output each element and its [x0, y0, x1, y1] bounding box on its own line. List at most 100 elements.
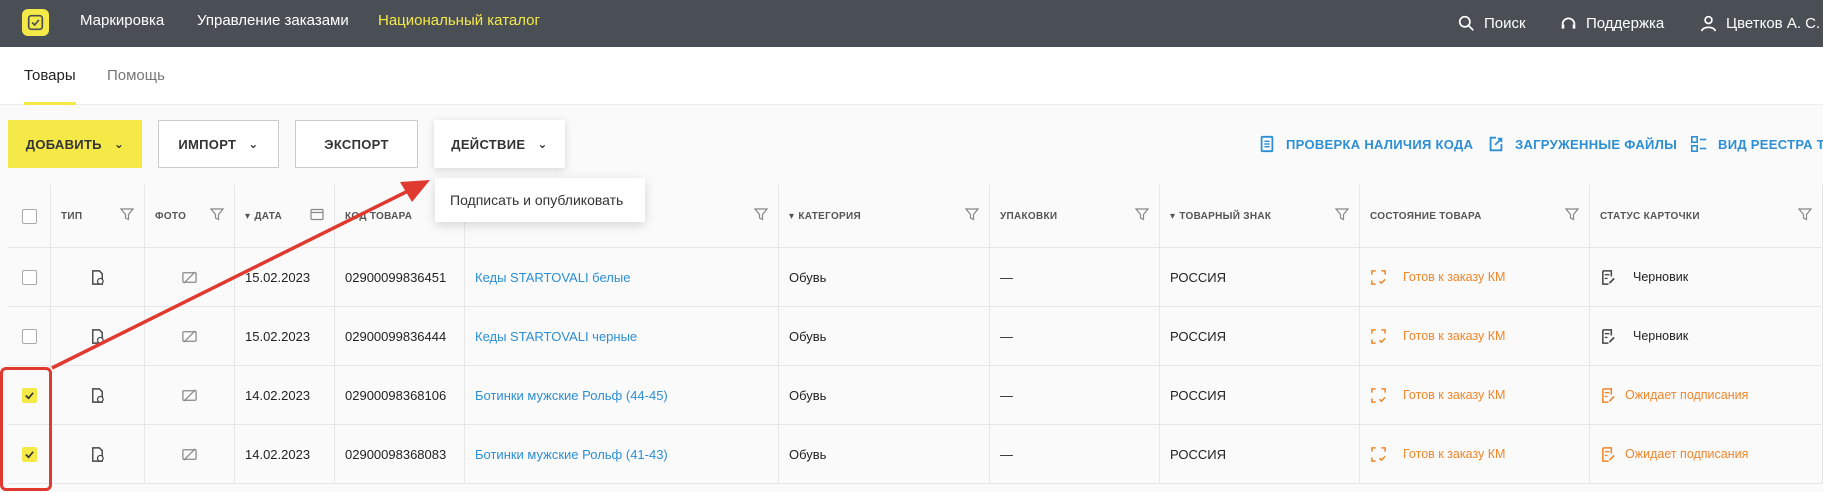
code-cell: 02900099836451 [335, 248, 465, 307]
menu-item-sign-and-publish[interactable]: Подписать и опубликовать [450, 192, 623, 208]
product-name-link[interactable]: Кеды STARTOVALI белые [465, 248, 779, 307]
filter-icon[interactable] [210, 207, 224, 221]
column-header-type[interactable]: ТИП [51, 185, 145, 248]
export-button-label: ЭКСПОРТ [324, 136, 389, 152]
state-cell: Готов к заказу КМ [1360, 425, 1590, 484]
status-cell: Черновик [1590, 248, 1823, 307]
brand-cell: РОССИЯ [1160, 366, 1360, 425]
filter-icon[interactable] [1335, 207, 1349, 221]
filter-icon[interactable] [965, 207, 979, 221]
sub-navigation: Товары Помощь [0, 47, 1823, 105]
no-photo-icon [182, 388, 197, 402]
ready-to-order-icon [1371, 328, 1386, 344]
app-logo[interactable] [22, 9, 49, 36]
column-header-status[interactable]: СТАТУС КАРТОЧКИ [1590, 185, 1823, 248]
nav-item-national-catalog[interactable]: Национальный каталог [378, 0, 540, 47]
state-cell: Готов к заказу КМ [1360, 307, 1590, 366]
no-photo-icon [182, 329, 197, 343]
category-cell: Обувь [779, 425, 990, 484]
select-all-cell [8, 185, 51, 248]
action-dropdown-menu: Подписать и опубликовать [435, 178, 645, 222]
action-button[interactable]: ДЕЙСТВИЕ ⌄ [434, 120, 565, 168]
uploaded-files-label: ЗАГРУЖЕННЫЕ ФАЙЛЫ [1515, 136, 1678, 152]
uploaded-files-button[interactable]: ЗАГРУЖЕННЫЕ ФАЙЛЫ [1487, 120, 1677, 168]
tab-help[interactable]: Помощь [107, 47, 165, 105]
column-header-label: ФОТО [155, 210, 187, 222]
product-type-icon [92, 328, 104, 344]
check-code-button[interactable]: ПРОВЕРКА НАЛИЧИЯ КОДА [1258, 120, 1473, 168]
date-cell: 15.02.2023 [235, 248, 335, 307]
column-header-packages[interactable]: УПАКОВКИ [990, 185, 1160, 248]
filter-icon[interactable] [1798, 207, 1812, 221]
calendar-icon[interactable] [310, 207, 324, 221]
sort-icon: ▾ [1170, 210, 1176, 222]
registry-view-label: ВИД РЕЕСТРА ТОВАРОВ [1718, 136, 1823, 152]
document-list-icon [1260, 135, 1274, 153]
packages-cell: — [990, 248, 1160, 307]
code-cell: 02900099836444 [335, 307, 465, 366]
date-cell: 14.02.2023 [235, 366, 335, 425]
sort-icon: ▾ [789, 210, 795, 222]
search-label: Поиск [1484, 15, 1526, 32]
product-name-link[interactable]: Ботинки мужские Рольф (41-43) [465, 425, 779, 484]
import-button-label: ИМПОРТ [178, 136, 237, 152]
registry-view-button[interactable]: ВИД РЕЕСТРА ТОВАРОВ [1690, 120, 1823, 168]
status-label: Ожидает подписания [1625, 388, 1749, 402]
type-cell [51, 425, 145, 484]
row-select-cell [8, 307, 51, 366]
status-cell: Черновик [1590, 307, 1823, 366]
ready-to-order-icon [1371, 446, 1386, 462]
product-name-link[interactable]: Кеды STARTOVALI черные [465, 307, 779, 366]
chevron-down-icon: ⌄ [537, 137, 548, 151]
status-cell: Ожидает подписания [1590, 366, 1823, 425]
column-header-state[interactable]: СОСТОЯНИЕ ТОВАРА [1360, 185, 1590, 248]
user-name: Цветков А. С. [1726, 15, 1821, 32]
nav-item-order-management[interactable]: Управление заказами [197, 0, 349, 47]
status-label: Черновик [1633, 270, 1689, 284]
headset-icon [1561, 17, 1576, 29]
column-header-photo[interactable]: ФОТО [145, 185, 235, 248]
sort-icon: ▾ [245, 210, 251, 222]
photo-cell [145, 425, 235, 484]
row-select-cell [8, 248, 51, 307]
column-header-label: ТОВАРНЫЙ ЗНАК [1179, 210, 1272, 222]
code-cell: 02900098368106 [335, 366, 465, 425]
filter-icon[interactable] [120, 207, 134, 221]
filter-icon[interactable] [1135, 207, 1149, 221]
nav-item-marking[interactable]: Маркировка [80, 0, 164, 47]
date-cell: 15.02.2023 [235, 307, 335, 366]
packages-cell: — [990, 366, 1160, 425]
card-status-icon [1602, 328, 1615, 344]
brand-cell: РОССИЯ [1160, 425, 1360, 484]
filter-icon[interactable] [1565, 207, 1579, 221]
filter-icon[interactable] [754, 207, 768, 221]
status-label: Черновик [1633, 329, 1689, 343]
status-cell: Ожидает подписания [1590, 425, 1823, 484]
product-name-link[interactable]: Ботинки мужские Рольф (44-45) [465, 366, 779, 425]
column-header-category[interactable]: ▾ КАТЕГОРИЯ [779, 185, 990, 248]
select-all-checkbox[interactable] [21, 208, 37, 224]
logo-icon [27, 14, 44, 31]
column-header-label: СОСТОЯНИЕ ТОВАРА [1370, 210, 1482, 222]
column-header-label: УПАКОВКИ [1000, 210, 1058, 222]
user-menu[interactable]: Цветков А. С. [1700, 0, 1820, 47]
category-cell: Обувь [779, 366, 990, 425]
row-checkbox[interactable] [21, 328, 37, 344]
tab-products[interactable]: Товары [24, 47, 76, 105]
add-button[interactable]: ДОБАВИТЬ ⌄ [8, 120, 142, 168]
export-button[interactable]: ЭКСПОРТ [295, 120, 418, 168]
date-cell: 14.02.2023 [235, 425, 335, 484]
state-label: Готов к заказу КМ [1403, 388, 1506, 402]
state-cell: Готов к заказу КМ [1360, 366, 1590, 425]
import-button[interactable]: ИМПОРТ ⌄ [158, 120, 279, 168]
upload-file-icon [1489, 136, 1503, 152]
column-header-label: КАТЕГОРИЯ [798, 210, 861, 222]
column-header-brand[interactable]: ▾ ТОВАРНЫЙ ЗНАК [1160, 185, 1360, 248]
column-header-date[interactable]: ▾ ДАТА [235, 185, 335, 248]
search-button[interactable]: Поиск [1458, 0, 1526, 47]
product-type-icon [92, 387, 104, 403]
support-button[interactable]: Поддержка [1560, 0, 1664, 47]
row-checkbox[interactable] [21, 269, 37, 285]
column-header-label: СТАТУС КАРТОЧКИ [1600, 210, 1700, 222]
type-cell [51, 366, 145, 425]
